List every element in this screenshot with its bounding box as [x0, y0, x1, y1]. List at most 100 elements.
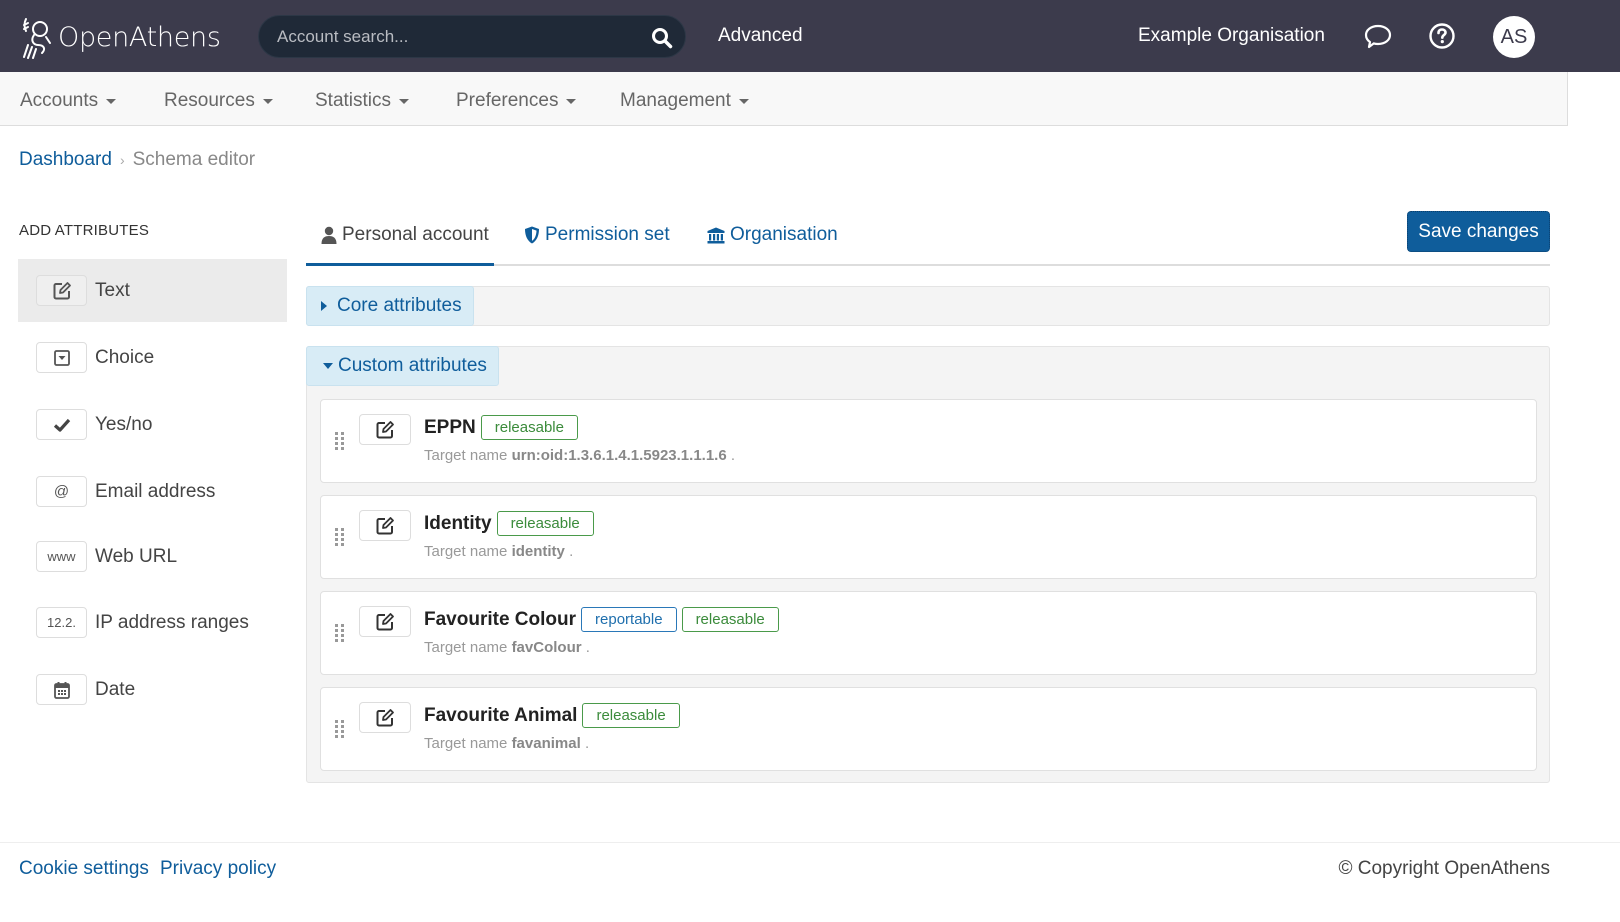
- edit-attribute-button[interactable]: [359, 414, 411, 445]
- add-attribute-ip-ranges[interactable]: 12.2. IP address ranges: [18, 591, 287, 654]
- attribute-name: Favourite Colour: [424, 608, 577, 630]
- sidebar-item-label: Email address: [95, 480, 216, 502]
- athena-logo-icon: [23, 18, 51, 59]
- top-bar: OpenAthens Advanced Example Organisation…: [0, 0, 1620, 72]
- add-attribute-text[interactable]: Text: [18, 259, 287, 322]
- attribute-card: Identity releasable Target name identity…: [320, 495, 1537, 579]
- sidebar-item-label: Text: [95, 279, 130, 301]
- target-suffix: .: [585, 639, 590, 656]
- save-changes-button[interactable]: Save changes: [1407, 211, 1550, 252]
- attribute-card: Favourite Animal releasable Target name …: [320, 687, 1537, 771]
- target-value: favColour: [511, 639, 582, 656]
- target-value: favanimal: [511, 735, 581, 752]
- nav-accounts[interactable]: Accounts: [20, 90, 117, 112]
- tab-organisation[interactable]: Organisation: [707, 224, 838, 246]
- target-suffix: .: [584, 735, 590, 752]
- nav-label: Accounts: [20, 90, 99, 111]
- core-attributes-toggle[interactable]: Core attributes: [306, 286, 474, 326]
- nav-statistics[interactable]: Statistics: [315, 90, 410, 112]
- edit-icon: [36, 275, 87, 306]
- schema-tabs: Personal account Permission set Organisa…: [306, 210, 1550, 266]
- target-suffix: .: [569, 543, 574, 560]
- target-value: identity: [511, 543, 565, 560]
- nav-resources[interactable]: Resources: [164, 90, 273, 112]
- nav-label: Statistics: [315, 90, 392, 111]
- tab-label: Organisation: [730, 224, 838, 245]
- tab-permission-set[interactable]: Permission set: [524, 224, 670, 246]
- target-prefix: Target name: [424, 447, 508, 464]
- add-attributes-heading: ADD ATTRIBUTES: [19, 222, 150, 239]
- target-value: urn:oid:1.3.6.1.4.1.5923.1.1.1.6: [511, 447, 727, 464]
- chevron-right-icon: ›: [119, 152, 125, 168]
- edit-icon: [376, 420, 394, 438]
- brand-name: OpenAthens: [58, 21, 221, 53]
- custom-attributes-toggle[interactable]: Custom attributes: [306, 346, 499, 386]
- add-attribute-web-url[interactable]: www Web URL: [18, 525, 287, 588]
- copyright-text: © Copyright OpenAthens: [1338, 858, 1550, 879]
- help-icon[interactable]: [1428, 22, 1456, 50]
- privacy-policy-link[interactable]: Privacy policy: [160, 858, 276, 880]
- nav-management[interactable]: Management: [620, 90, 749, 112]
- target-prefix: Target name: [424, 735, 508, 752]
- breadcrumb: Dashboard › Schema editor: [19, 149, 255, 171]
- releasable-badge: releasable: [681, 607, 779, 632]
- sidebar-item-label: Choice: [95, 346, 155, 368]
- edit-icon: [376, 612, 394, 630]
- core-attributes-panel: Core attributes: [306, 286, 1550, 326]
- add-attribute-date[interactable]: Date: [18, 658, 287, 721]
- caret-down-icon: [106, 98, 117, 104]
- edit-attribute-button[interactable]: [359, 606, 411, 637]
- drag-handle-icon[interactable]: [334, 527, 346, 547]
- shield-icon: [525, 226, 539, 244]
- caret-down-icon: [323, 363, 333, 369]
- add-attribute-yes-no[interactable]: Yes/no: [18, 393, 287, 456]
- breadcrumb-dashboard[interactable]: Dashboard: [19, 149, 112, 171]
- drag-handle-icon[interactable]: [334, 623, 346, 643]
- breadcrumb-current: Schema editor: [132, 149, 256, 170]
- drag-handle-icon[interactable]: [334, 719, 346, 739]
- drag-handle-icon[interactable]: [334, 431, 346, 451]
- caret-right-icon: [321, 301, 327, 311]
- target-name: Target name favanimal .: [424, 735, 589, 752]
- releasable-badge: releasable: [480, 415, 578, 440]
- reportable-badge: reportable: [581, 607, 677, 632]
- brand-logo[interactable]: OpenAthens: [20, 15, 221, 59]
- calendar-icon: [36, 674, 87, 705]
- sidebar-item-label: Web URL: [95, 545, 178, 567]
- search-icon[interactable]: [651, 27, 673, 49]
- main-nav: Accounts Resources Statistics Preference…: [0, 72, 1568, 126]
- add-attribute-email[interactable]: @ Email address: [18, 460, 287, 523]
- user-avatar[interactable]: AS: [1493, 16, 1535, 58]
- sidebar-item-label: IP address ranges: [95, 611, 249, 633]
- caret-down-icon: [399, 98, 410, 104]
- user-icon: [321, 226, 337, 244]
- attribute-card: Favourite Colour reportable releasable T…: [320, 591, 1537, 675]
- nav-label: Resources: [164, 90, 255, 111]
- cookie-settings-link[interactable]: Cookie settings: [19, 858, 149, 880]
- sidebar-item-label: Date: [95, 678, 136, 700]
- target-prefix: Target name: [424, 543, 508, 560]
- at-icon: @: [36, 476, 87, 507]
- www-icon: www: [36, 541, 87, 572]
- target-prefix: Target name: [424, 639, 508, 656]
- edit-attribute-button[interactable]: [359, 510, 411, 541]
- attribute-name: Favourite Animal: [424, 704, 578, 726]
- sidebar-item-label: Yes/no: [95, 413, 153, 435]
- chat-icon[interactable]: [1364, 22, 1392, 50]
- organisation-switcher[interactable]: Example Organisation: [1138, 25, 1325, 47]
- edit-attribute-button[interactable]: [359, 702, 411, 733]
- releasable-badge: releasable: [582, 703, 680, 728]
- advanced-search-link[interactable]: Advanced: [718, 25, 803, 47]
- ip-icon: 12.2.: [36, 607, 87, 638]
- attribute-name: EPPN: [424, 416, 476, 438]
- nav-preferences[interactable]: Preferences: [456, 90, 577, 112]
- edit-icon: [376, 708, 394, 726]
- target-name: Target name urn:oid:1.3.6.1.4.1.5923.1.1…: [424, 447, 735, 464]
- section-label: Core attributes: [337, 295, 462, 316]
- search-input[interactable]: [277, 16, 637, 57]
- caret-down-icon: [566, 98, 577, 104]
- nav-label: Management: [620, 90, 731, 111]
- add-attribute-choice[interactable]: Choice: [18, 326, 287, 389]
- section-label: Custom attributes: [338, 355, 487, 376]
- tab-personal-account[interactable]: Personal account: [321, 224, 489, 246]
